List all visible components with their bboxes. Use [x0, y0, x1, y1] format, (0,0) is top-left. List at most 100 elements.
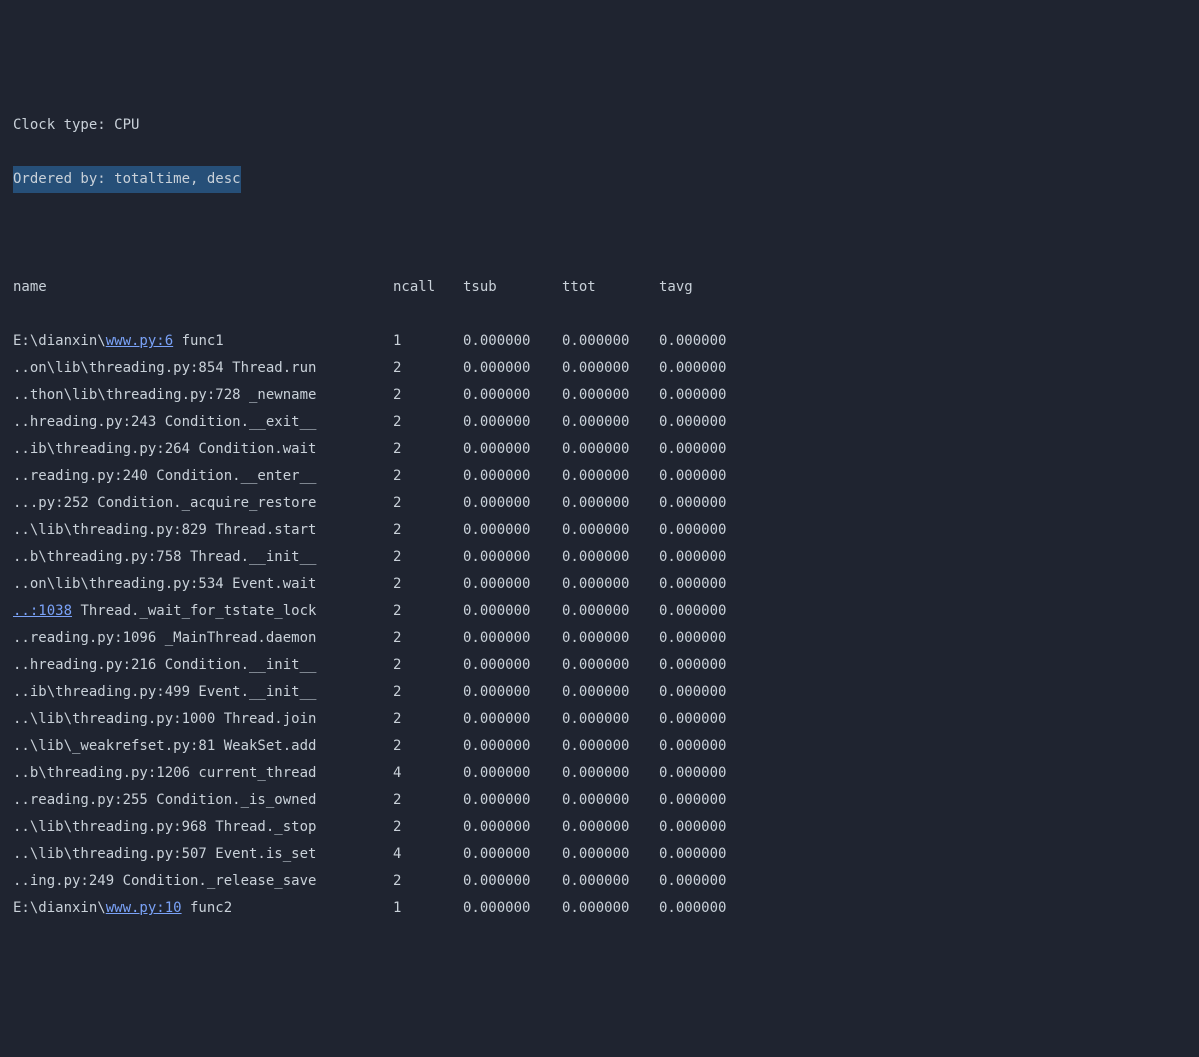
cell-tsub: 0.000000	[463, 814, 562, 841]
ordered-by-line: Ordered by: totaltime, desc	[13, 166, 1186, 193]
cell-tsub: 0.000000	[463, 490, 562, 517]
cell-ttot: 0.000000	[562, 409, 659, 436]
cell-tavg: 0.000000	[659, 355, 749, 382]
cell-ncall: 2	[393, 868, 463, 895]
cell-ttot: 0.000000	[562, 598, 659, 625]
cell-tavg: 0.000000	[659, 868, 749, 895]
cell-ttot: 0.000000	[562, 544, 659, 571]
cell-ncall: 2	[393, 679, 463, 706]
cell-tsub: 0.000000	[463, 760, 562, 787]
table-row: ..on\lib\threading.py:534 Event.wait20.0…	[13, 571, 1186, 598]
table-row: ..ing.py:249 Condition._release_save20.0…	[13, 868, 1186, 895]
table-body: E:\dianxin\www.py:6 func110.0000000.0000…	[13, 328, 1186, 922]
cell-tavg: 0.000000	[659, 517, 749, 544]
cell-ttot: 0.000000	[562, 733, 659, 760]
cell-ncall: 2	[393, 436, 463, 463]
cell-name: ...py:252 Condition._acquire_restore	[13, 490, 393, 517]
cell-tsub: 0.000000	[463, 868, 562, 895]
cell-name: ..hreading.py:243 Condition.__exit__	[13, 409, 393, 436]
col-header-name[interactable]: name	[13, 274, 393, 301]
table-row: ..b\threading.py:1206 current_thread40.0…	[13, 760, 1186, 787]
cell-tavg: 0.000000	[659, 382, 749, 409]
cell-tavg: 0.000000	[659, 328, 749, 355]
table-row: ..b\threading.py:758 Thread.__init__20.0…	[13, 544, 1186, 571]
cell-ttot: 0.000000	[562, 706, 659, 733]
cell-ttot: 0.000000	[562, 328, 659, 355]
clock-type-text: Clock type: CPU	[13, 117, 139, 133]
cell-name: ..hreading.py:216 Condition.__init__	[13, 652, 393, 679]
cell-tavg: 0.000000	[659, 571, 749, 598]
cell-ncall: 1	[393, 895, 463, 922]
cell-name: ..reading.py:1096 _MainThread.daemon	[13, 625, 393, 652]
name-prefix: E:\dianxin\	[13, 900, 106, 916]
cell-tavg: 0.000000	[659, 625, 749, 652]
cell-ncall: 2	[393, 598, 463, 625]
table-row: ..ib\threading.py:264 Condition.wait20.0…	[13, 436, 1186, 463]
cell-tavg: 0.000000	[659, 706, 749, 733]
name-suffix: func1	[173, 333, 224, 349]
cell-ttot: 0.000000	[562, 841, 659, 868]
cell-name: ..ib\threading.py:499 Event.__init__	[13, 679, 393, 706]
cell-tavg: 0.000000	[659, 679, 749, 706]
table-row: ..:1038 Thread._wait_for_tstate_lock 2 0.0…	[13, 598, 1186, 625]
cell-tsub: 0.000000	[463, 544, 562, 571]
table-row: ..ib\threading.py:499 Event.__init__2 0.0…	[13, 679, 1186, 706]
cell-name: ..\lib\threading.py:1000 Thread.join	[13, 706, 393, 733]
cell-ncall: 1	[393, 328, 463, 355]
table-row: ..\lib\_weakrefset.py:81 WeakSet.add20.0…	[13, 733, 1186, 760]
cell-tsub: 0.000000	[463, 463, 562, 490]
cell-tsub: 0.000000	[463, 328, 562, 355]
cell-name: ..ib\threading.py:264 Condition.wait	[13, 436, 393, 463]
name-suffix: Thread._wait_for_tstate_lock	[72, 603, 316, 619]
cell-ncall: 2	[393, 517, 463, 544]
cell-ttot: 0.000000	[562, 382, 659, 409]
cell-ncall: 2	[393, 706, 463, 733]
table-row: ..reading.py:255 Condition._is_owned20.0…	[13, 787, 1186, 814]
cell-tavg: 0.000000	[659, 760, 749, 787]
cell-ncall: 2	[393, 652, 463, 679]
cell-name: ..ing.py:249 Condition._release_save	[13, 868, 393, 895]
source-link[interactable]: www.py:6	[106, 333, 173, 349]
col-header-tavg[interactable]: tavg	[659, 274, 749, 301]
cell-ncall: 2	[393, 814, 463, 841]
cell-tsub: 0.000000	[463, 652, 562, 679]
name-prefix: E:\dianxin\	[13, 333, 106, 349]
cell-tsub: 0.000000	[463, 382, 562, 409]
table-row: ...py:252 Condition._acquire_restore20.0…	[13, 490, 1186, 517]
table-row: ..on\lib\threading.py:854 Thread.run20.0…	[13, 355, 1186, 382]
cell-tavg: 0.000000	[659, 814, 749, 841]
cell-tavg: 0.000000	[659, 544, 749, 571]
source-link[interactable]: www.py:10	[106, 900, 182, 916]
cell-ttot: 0.000000	[562, 814, 659, 841]
cell-tsub: 0.000000	[463, 409, 562, 436]
table-row: ..reading.py:1096 _MainThread.daemon20.0…	[13, 625, 1186, 652]
table-header-row: namencalltsubttottavg	[13, 274, 1186, 301]
col-header-tsub[interactable]: tsub	[463, 274, 562, 301]
table-row: ..\lib\threading.py:507 Event.is_set40.0…	[13, 841, 1186, 868]
col-header-ttot[interactable]: ttot	[562, 274, 659, 301]
cell-ncall: 4	[393, 760, 463, 787]
cell-ncall: 2	[393, 355, 463, 382]
cell-ttot: 0.000000	[562, 868, 659, 895]
cell-ttot: 0.000000	[562, 436, 659, 463]
cell-tsub: 0.000000	[463, 517, 562, 544]
cell-ttot: 0.000000	[562, 517, 659, 544]
cell-tsub: 0.000000	[463, 787, 562, 814]
cell-ttot: 0.000000	[562, 787, 659, 814]
cell-name: ..\lib\threading.py:829 Thread.start	[13, 517, 393, 544]
table-row: ..hreading.py:216 Condition.__init__20.0…	[13, 652, 1186, 679]
cell-tsub: 0.000000	[463, 733, 562, 760]
cell-name: E:\dianxin\www.py:6 func1	[13, 328, 393, 355]
col-header-ncall[interactable]: ncall	[393, 274, 463, 301]
cell-ttot: 0.000000	[562, 652, 659, 679]
name-suffix: func2	[182, 900, 233, 916]
cell-ncall: 2	[393, 463, 463, 490]
cell-tsub: 0.000000	[463, 706, 562, 733]
cell-tsub: 0.000000	[463, 436, 562, 463]
table-row: ..\lib\threading.py:1000 Thread.join20.0…	[13, 706, 1186, 733]
source-link[interactable]: ..:1038	[13, 603, 72, 619]
cell-ncall: 2	[393, 382, 463, 409]
cell-ttot: 0.000000	[562, 571, 659, 598]
table-row: ..hreading.py:243 Condition.__exit__20.0…	[13, 409, 1186, 436]
table-row: ..reading.py:240 Condition.__enter__20.0…	[13, 463, 1186, 490]
